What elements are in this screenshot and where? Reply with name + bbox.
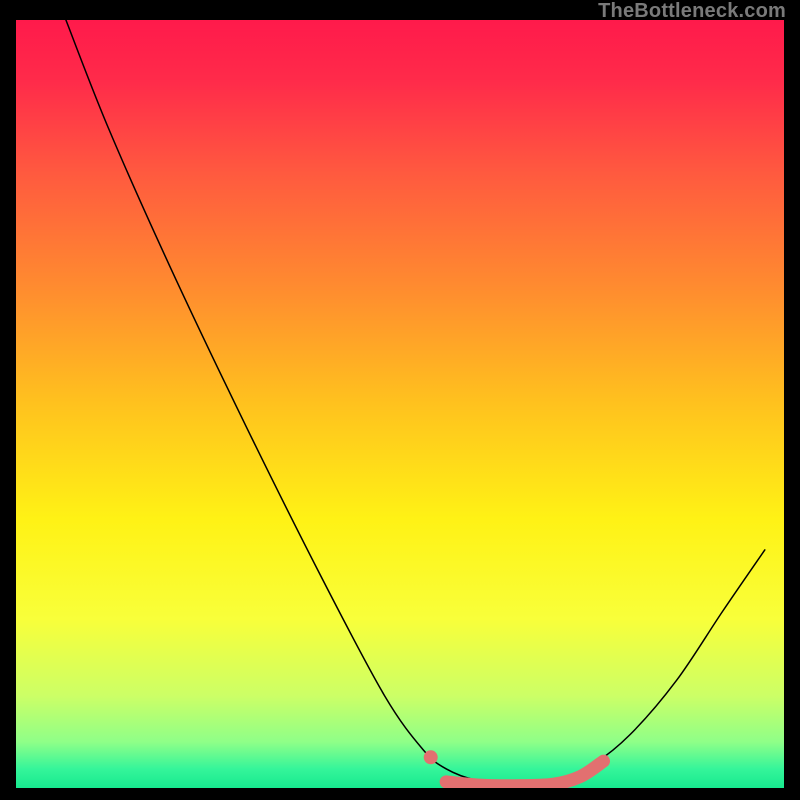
plot-area xyxy=(16,20,784,788)
gradient-background xyxy=(16,20,784,788)
chart-frame: TheBottleneck.com xyxy=(0,0,800,800)
highlight-dot xyxy=(424,750,438,764)
watermark-label: TheBottleneck.com xyxy=(598,0,786,23)
bottleneck-chart xyxy=(16,20,784,788)
